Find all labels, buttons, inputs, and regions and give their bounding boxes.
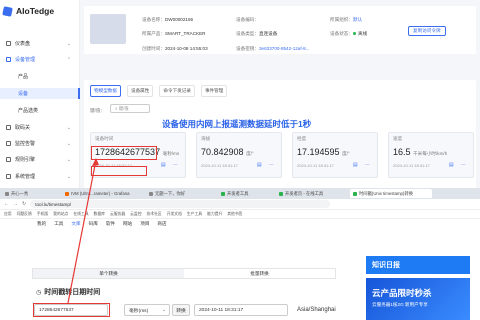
arrow-line — [67, 159, 97, 304]
arrow-head — [92, 158, 99, 166]
annotation-arrow — [67, 158, 99, 304]
